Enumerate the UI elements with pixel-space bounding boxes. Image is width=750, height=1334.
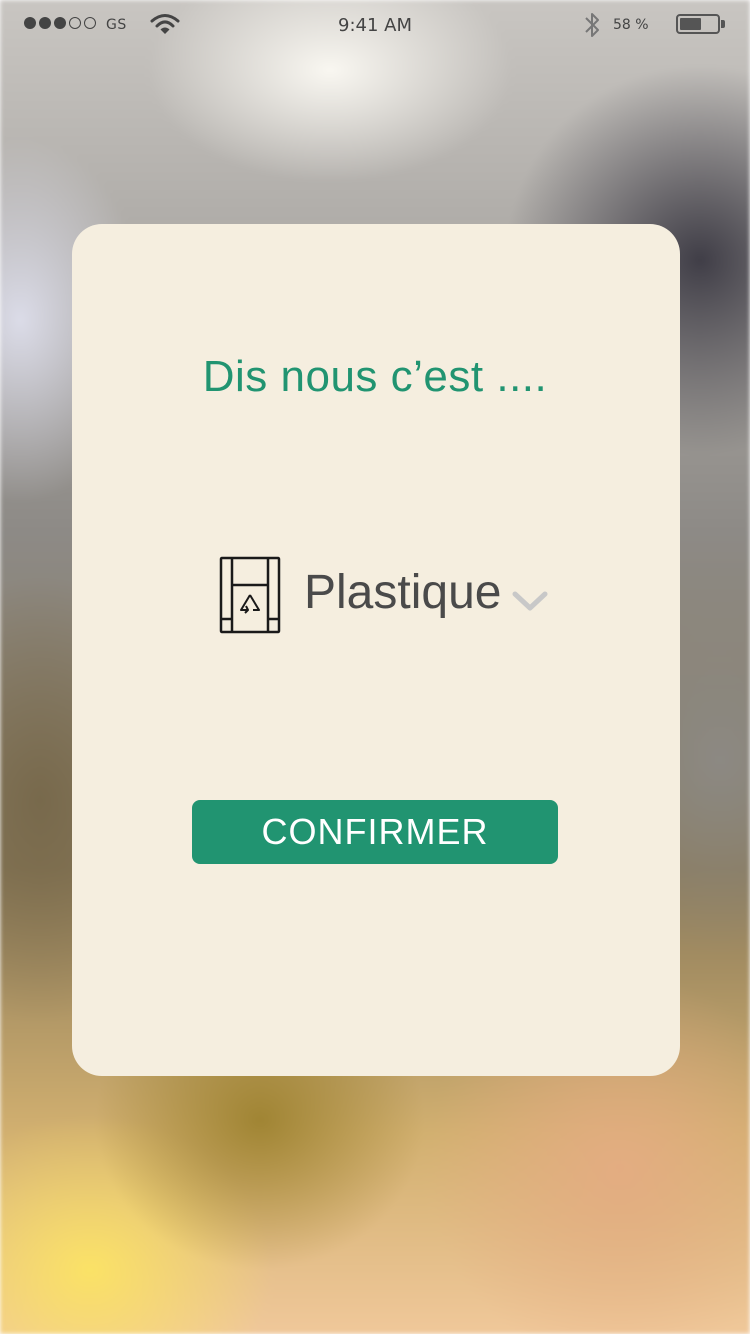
dialog-title: Dis nous c’est ....	[202, 352, 548, 401]
battery-cap	[721, 20, 725, 28]
material-type-dropdown[interactable]: Plastique	[218, 555, 558, 635]
battery-percentage: 58 %	[613, 17, 649, 33]
bluetooth-icon	[585, 13, 599, 37]
confirm-button[interactable]: CONFIRMER	[192, 800, 558, 864]
chevron-down-icon[interactable]	[512, 589, 548, 613]
status-bar: GS 9:41 AM 58 %	[0, 0, 750, 50]
battery-icon	[676, 14, 720, 34]
plastic-bag-icon	[219, 556, 281, 634]
selected-material-label: Plastique	[304, 566, 502, 619]
battery-level-fill	[680, 18, 701, 30]
